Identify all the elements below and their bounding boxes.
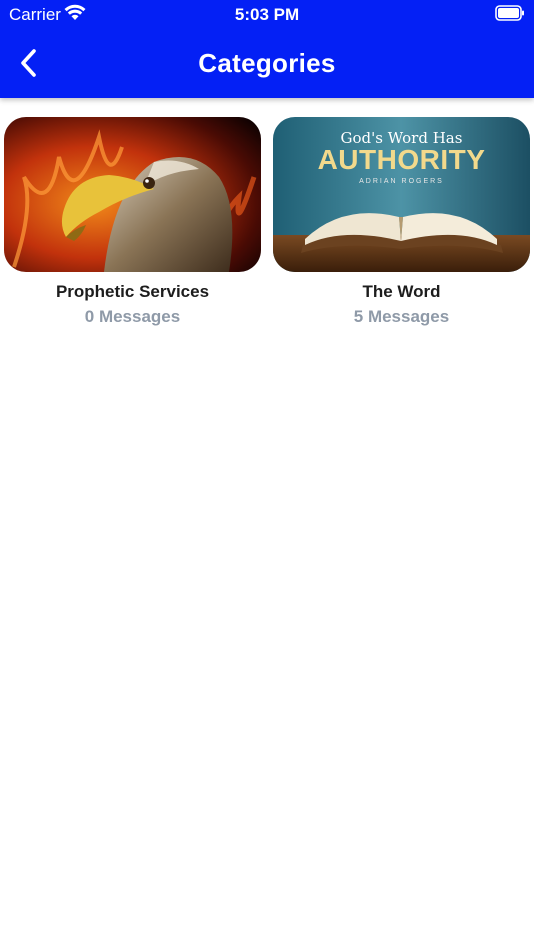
eagle-fire-image xyxy=(4,117,261,272)
image-caption-line3: ADRIAN ROGERS xyxy=(359,178,444,185)
status-bar: Carrier 5:03 PM xyxy=(0,0,534,28)
battery-icon xyxy=(495,5,524,21)
category-message-count: 5 Messages xyxy=(353,307,450,326)
category-card-the-word[interactable]: God's Word Has AUTHORITY ADRIAN ROGERS T… xyxy=(273,117,530,327)
open-bible-image: God's Word Has AUTHORITY ADRIAN ROGERS xyxy=(273,117,530,272)
image-caption-line2: AUTHORITY xyxy=(317,144,486,175)
category-title: Prophetic Services xyxy=(55,282,210,301)
category-message-count: 0 Messages xyxy=(84,307,181,326)
clock: 5:03 PM xyxy=(234,5,300,24)
category-title: The Word xyxy=(362,282,441,301)
category-grid: Prophetic Services 0 Messages God's Word… xyxy=(4,117,532,327)
category-card-prophetic-services[interactable]: Prophetic Services 0 Messages xyxy=(4,117,261,327)
page-title: Categories xyxy=(198,48,336,78)
navigation-bar: Categories xyxy=(0,36,534,92)
app-header: Carrier 5:03 PM Categories xyxy=(0,0,534,98)
